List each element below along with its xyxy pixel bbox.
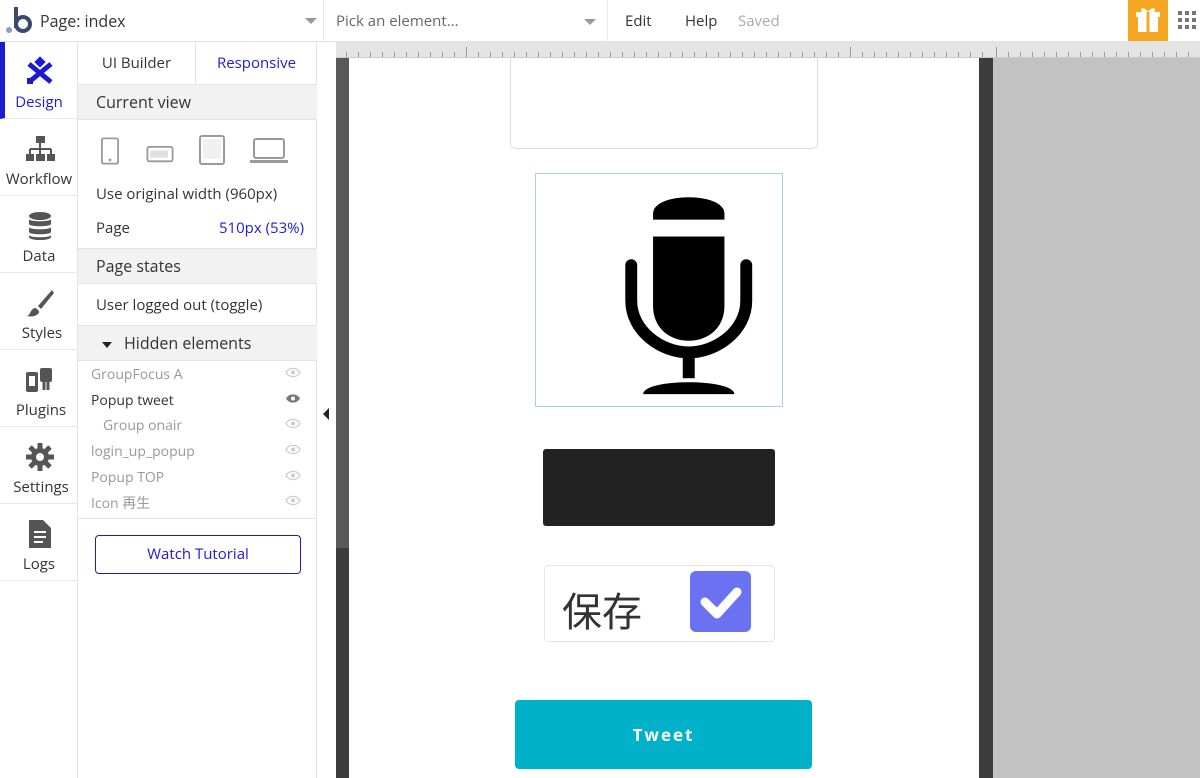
canvas-overlay-right: [979, 58, 993, 778]
nav-styles[interactable]: Styles: [0, 273, 78, 350]
nav-design[interactable]: Design: [0, 42, 78, 119]
eye-icon[interactable]: [285, 444, 301, 455]
checkmark-icon: [700, 587, 742, 619]
gift-icon: [1136, 8, 1160, 32]
current-view-header: Current view: [78, 84, 317, 120]
hidden-elements-header[interactable]: Hidden elements: [78, 325, 317, 361]
canvas-page[interactable]: [349, 58, 979, 778]
page-width-label: Page: [96, 218, 130, 238]
nav-settings-label: Settings: [13, 477, 69, 497]
database-icon: [29, 212, 51, 240]
hidden-item-label: Icon 再生: [91, 494, 151, 513]
eye-icon[interactable]: [285, 495, 301, 506]
hidden-item[interactable]: Popup tweet: [91, 391, 301, 410]
chevron-down-icon: [584, 19, 596, 25]
save-label: 保存: [562, 583, 642, 638]
hidden-elements-label: Hidden elements: [124, 332, 252, 354]
gear-icon: [26, 443, 54, 471]
eye-icon[interactable]: [285, 470, 301, 481]
nav-workflow-label: Workflow: [5, 169, 73, 189]
save-status: Saved: [738, 11, 780, 31]
user-state-toggle[interactable]: User logged out (toggle): [96, 295, 262, 315]
watch-tutorial-button[interactable]: Watch Tutorial: [95, 535, 301, 574]
eye-icon[interactable]: [285, 393, 301, 404]
mobile-landscape-icon[interactable]: [146, 146, 174, 164]
plug-icon: [26, 368, 52, 392]
hidden-item-label: Popup TOP: [91, 468, 165, 487]
page-states-header: Page states: [78, 248, 317, 284]
page-selector-label: Page: index: [40, 10, 126, 32]
hidden-item-label: Group onair: [103, 416, 183, 435]
hidden-item[interactable]: Icon 再生: [91, 493, 301, 513]
workflow-icon: [26, 136, 55, 161]
chevron-down-icon: [305, 18, 317, 24]
collapse-panel-icon[interactable]: [323, 408, 329, 420]
panel-tabs: UI Builder Responsive: [78, 42, 317, 85]
top-bar: Page: index Pick an element... Edit Help…: [0, 0, 1200, 42]
element-picker-placeholder: Pick an element...: [336, 11, 459, 31]
canvas-outside-area: [993, 58, 1200, 778]
tab-responsive[interactable]: Responsive: [196, 42, 317, 85]
bubble-logo-icon[interactable]: [4, 3, 34, 37]
horizontal-ruler: [336, 42, 1200, 58]
dark-text-box[interactable]: [543, 449, 775, 526]
hidden-item-label: GroupFocus A: [91, 365, 183, 384]
brush-icon: [27, 290, 54, 317]
hidden-item[interactable]: Group onair: [91, 416, 301, 435]
nav-styles-label: Styles: [21, 323, 63, 343]
menu-edit[interactable]: Edit: [625, 11, 652, 31]
nav-data-label: Data: [22, 246, 56, 266]
hidden-item-label: Popup tweet: [91, 391, 174, 410]
tablet-icon[interactable]: [199, 135, 225, 165]
gift-button[interactable]: [1128, 0, 1168, 41]
nav-design-label: Design: [15, 92, 63, 112]
save-checkbox-group[interactable]: 保存: [544, 565, 775, 642]
laptop-icon[interactable]: [249, 138, 289, 164]
menu-help[interactable]: Help: [685, 11, 717, 31]
nav-settings[interactable]: Settings: [0, 427, 78, 504]
hidden-item-label: login_up_popup: [91, 442, 195, 461]
document-icon: [29, 520, 51, 548]
nav-workflow[interactable]: Workflow: [0, 119, 78, 196]
nav-logs[interactable]: Logs: [0, 504, 78, 581]
divider: [78, 518, 317, 519]
microphone-image-element[interactable]: [535, 173, 783, 407]
nav-logs-label: Logs: [22, 554, 56, 574]
nav-plugins[interactable]: Plugins: [0, 350, 78, 427]
nav-plugins-label: Plugins: [15, 400, 67, 420]
hidden-item[interactable]: login_up_popup: [91, 442, 301, 461]
canvas-underlay-left: [336, 58, 349, 548]
design-icon: [27, 56, 53, 84]
element-picker[interactable]: Pick an element...: [325, 0, 608, 42]
microphone-icon: [625, 197, 753, 395]
apps-grid-icon[interactable]: [1178, 11, 1198, 29]
save-checkbox[interactable]: [690, 571, 751, 632]
triangle-down-icon: [102, 341, 112, 348]
tab-ui-builder[interactable]: UI Builder: [78, 42, 196, 85]
popup-input-box[interactable]: [510, 58, 818, 149]
responsive-panel: UI Builder Responsive Current view Use o…: [78, 42, 317, 778]
original-width-option[interactable]: Use original width (960px): [96, 184, 277, 204]
eye-icon[interactable]: [285, 418, 301, 429]
eye-icon[interactable]: [285, 367, 301, 378]
hidden-item[interactable]: Popup TOP: [91, 468, 301, 487]
nav-data[interactable]: Data: [0, 196, 78, 273]
tweet-button[interactable]: Tweet: [515, 700, 812, 769]
hidden-item[interactable]: GroupFocus A: [91, 365, 301, 384]
page-selector[interactable]: Page: index: [34, 0, 324, 42]
mobile-portrait-icon[interactable]: [101, 137, 119, 165]
main-nav-rail: Design Workflow Data Styles Plugins Sett…: [0, 42, 78, 778]
page-width-value[interactable]: 510px (53%): [219, 218, 304, 238]
